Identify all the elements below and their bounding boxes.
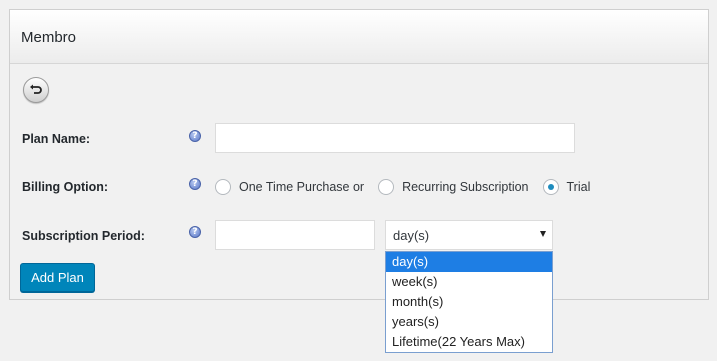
subscription-unit-dropdown: day(s) week(s) month(s) years(s) Lifetim…: [385, 251, 553, 353]
radio-label-recurring-subscription: Recurring Subscription: [402, 180, 529, 194]
billing-option-label: Billing Option:: [22, 180, 109, 194]
dropdown-option-weeks[interactable]: week(s): [386, 272, 552, 292]
subscription-unit-selected: day(s): [393, 227, 430, 243]
panel-title: Membro: [10, 10, 708, 64]
subscription-unit-select[interactable]: day(s): [385, 220, 553, 250]
subscription-period-label: Subscription Period:: [22, 229, 145, 243]
dropdown-option-days[interactable]: day(s): [386, 252, 552, 272]
radio-trial[interactable]: [542, 179, 559, 195]
plan-name-input[interactable]: [215, 123, 575, 153]
add-plan-button[interactable]: Add Plan: [20, 263, 95, 292]
billing-option-help-icon[interactable]: ?: [189, 178, 201, 190]
billing-option-radio-group: One Time Purchase or Recurring Subscript…: [215, 178, 604, 196]
dropdown-option-months[interactable]: month(s): [386, 292, 552, 312]
radio-one-time-purchase[interactable]: [215, 179, 231, 195]
back-arrow-icon: [30, 84, 42, 94]
dropdown-option-years[interactable]: years(s): [386, 312, 552, 332]
radio-recurring-subscription[interactable]: [378, 179, 395, 195]
radio-label-one-time-purchase: One Time Purchase or: [239, 180, 365, 194]
dropdown-option-lifetime[interactable]: Lifetime(22 Years Max): [386, 332, 552, 352]
radio-label-trial: Trial: [566, 180, 591, 194]
subscription-period-input[interactable]: [215, 220, 375, 250]
membro-panel: Membro Plan Name: ? Billing Option: ? On…: [9, 9, 709, 353]
plan-name-label: Plan Name:: [22, 132, 91, 146]
plan-name-help-icon[interactable]: ?: [189, 130, 201, 142]
subscription-period-help-icon[interactable]: ?: [189, 226, 201, 238]
back-button[interactable]: [23, 77, 49, 103]
chevron-down-icon: [540, 231, 546, 237]
